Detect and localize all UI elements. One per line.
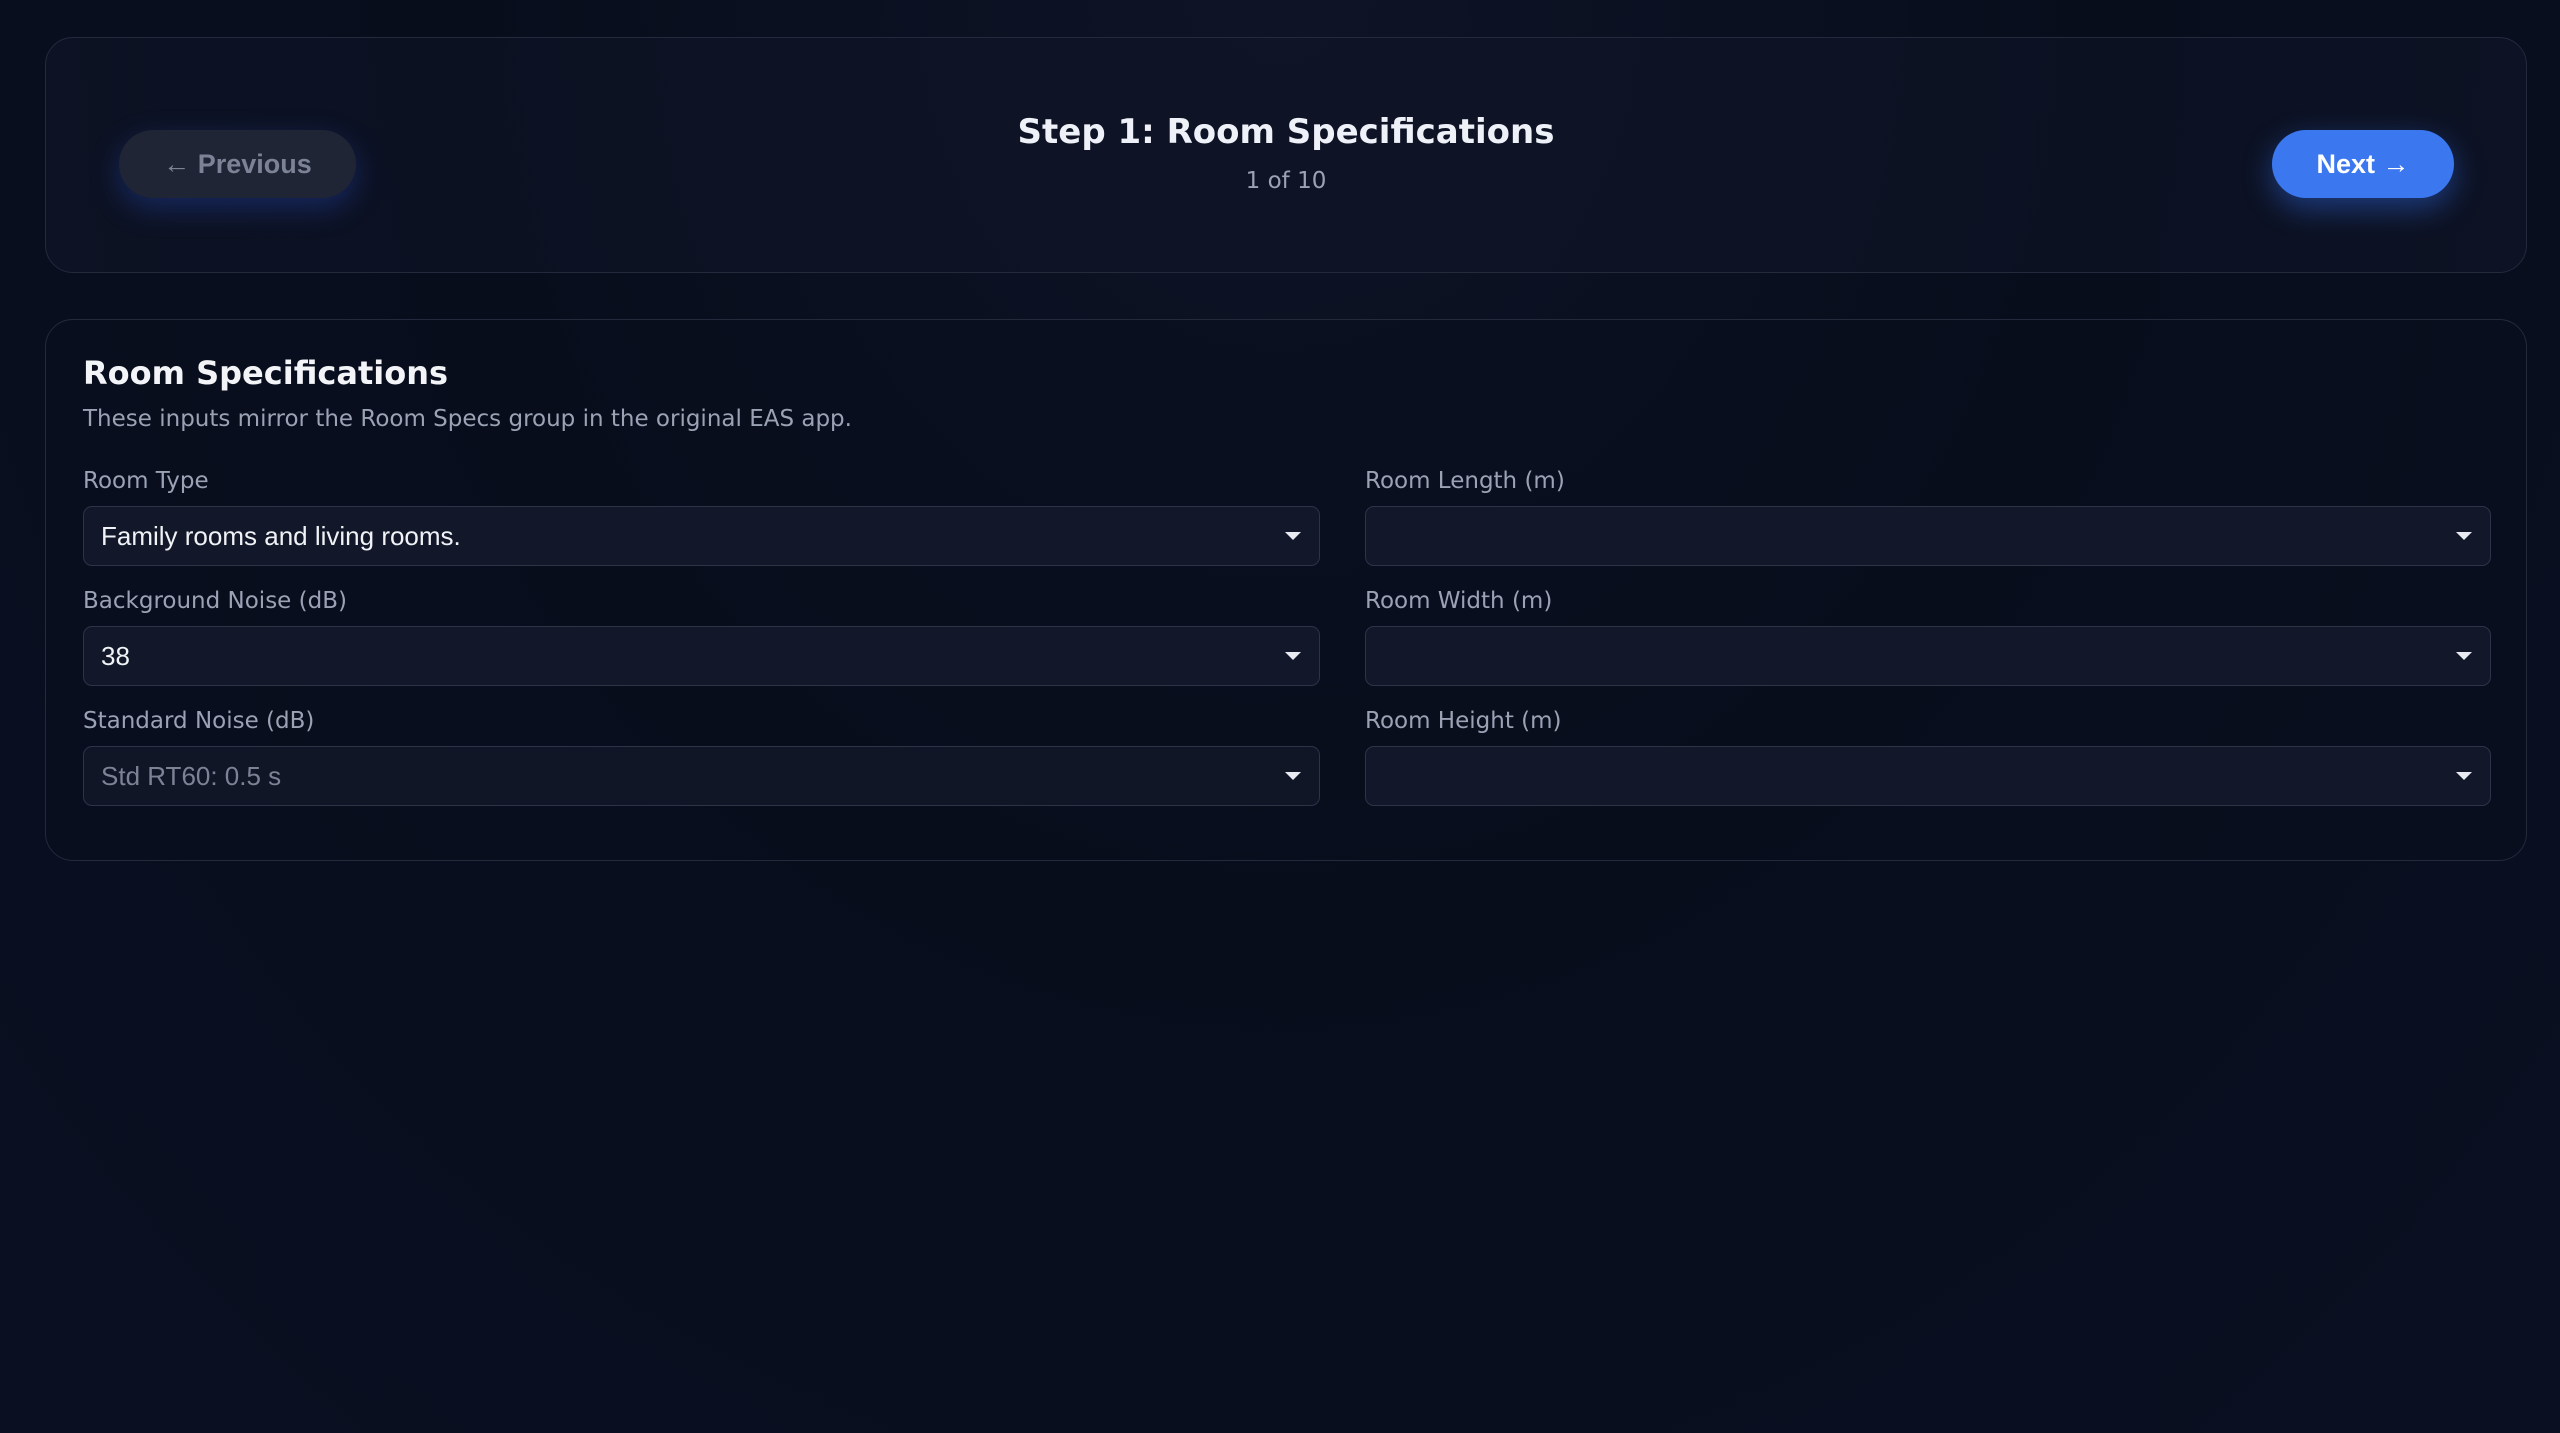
step-title: Step 1: Room Specifications <box>1017 112 1555 152</box>
chevron-down-icon <box>2456 532 2472 540</box>
step-navigation-card: ← Previous Step 1: Room Specifications 1… <box>45 37 2527 273</box>
background-noise-value: 38 <box>101 640 130 671</box>
section-description: These inputs mirror the Room Specs group… <box>83 406 852 432</box>
room-length-label: Room Length (m) <box>1365 468 1565 494</box>
chevron-down-icon <box>1285 772 1301 780</box>
next-button[interactable]: Next → <box>2272 130 2454 198</box>
standard-noise-value: Std RT60: 0.5 s <box>101 760 282 791</box>
room-height-label: Room Height (m) <box>1365 708 1562 734</box>
room-type-label: Room Type <box>83 468 209 494</box>
chevron-down-icon <box>2456 652 2472 660</box>
standard-noise-label: Standard Noise (dB) <box>83 708 315 734</box>
room-type-value: Family rooms and living rooms. <box>101 520 461 551</box>
chevron-down-icon <box>1285 532 1301 540</box>
background-noise-label: Background Noise (dB) <box>83 588 347 614</box>
room-width-label: Room Width (m) <box>1365 588 1553 614</box>
chevron-down-icon <box>1285 652 1301 660</box>
section-title: Room Specifications <box>83 354 449 392</box>
room-width-select[interactable] <box>1365 626 2491 686</box>
background-noise-select[interactable]: 38 <box>83 626 1320 686</box>
chevron-down-icon <box>2456 772 2472 780</box>
step-counter: 1 of 10 <box>1245 168 1327 194</box>
room-height-select[interactable] <box>1365 746 2491 806</box>
room-specifications-card: Room Specifications These inputs mirror … <box>45 319 2527 861</box>
standard-noise-select[interactable]: Std RT60: 0.5 s <box>83 746 1320 806</box>
room-type-select[interactable]: Family rooms and living rooms. <box>83 506 1320 566</box>
room-length-select[interactable] <box>1365 506 2491 566</box>
